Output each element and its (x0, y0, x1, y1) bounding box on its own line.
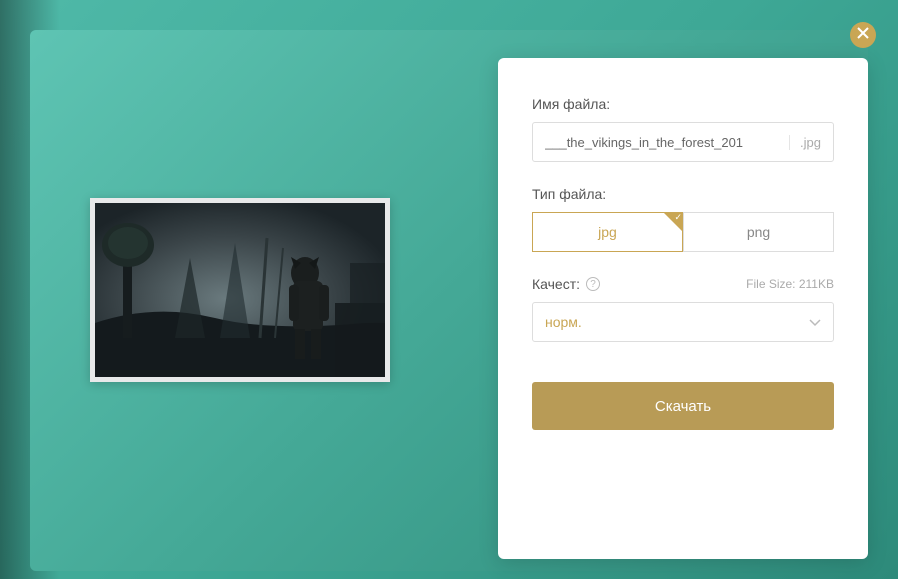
quality-label-wrapper: Качест: ? (532, 276, 600, 292)
filetype-option-jpg[interactable]: jpg (532, 212, 683, 252)
filetype-selector: jpg png (532, 212, 834, 252)
filetype-jpg-label: jpg (598, 224, 617, 240)
download-button-label: Скачать (655, 398, 711, 415)
download-button[interactable]: Скачать (532, 382, 834, 430)
quality-row: Качест: ? File Size: 211KB (532, 276, 834, 292)
image-preview (90, 198, 390, 382)
chevron-down-icon (809, 314, 821, 330)
filename-extension: .jpg (789, 135, 821, 150)
filetype-png-label: png (747, 224, 770, 240)
filename-input-wrapper[interactable]: .jpg (532, 122, 834, 162)
quality-label: Качест: (532, 276, 580, 292)
quality-select[interactable]: норм. (532, 302, 834, 342)
close-icon (857, 26, 869, 44)
filename-label: Имя файла: (532, 96, 834, 112)
help-icon[interactable]: ? (586, 277, 600, 291)
quality-value: норм. (545, 314, 582, 330)
close-button[interactable] (850, 22, 876, 48)
filetype-option-png[interactable]: png (683, 212, 834, 252)
filename-input[interactable] (545, 135, 789, 150)
filetype-label: Тип файла: (532, 186, 834, 202)
download-panel: Имя файла: .jpg Тип файла: jpg png Качес… (498, 58, 868, 559)
file-size-text: File Size: 211KB (746, 277, 834, 291)
check-icon (663, 212, 683, 232)
